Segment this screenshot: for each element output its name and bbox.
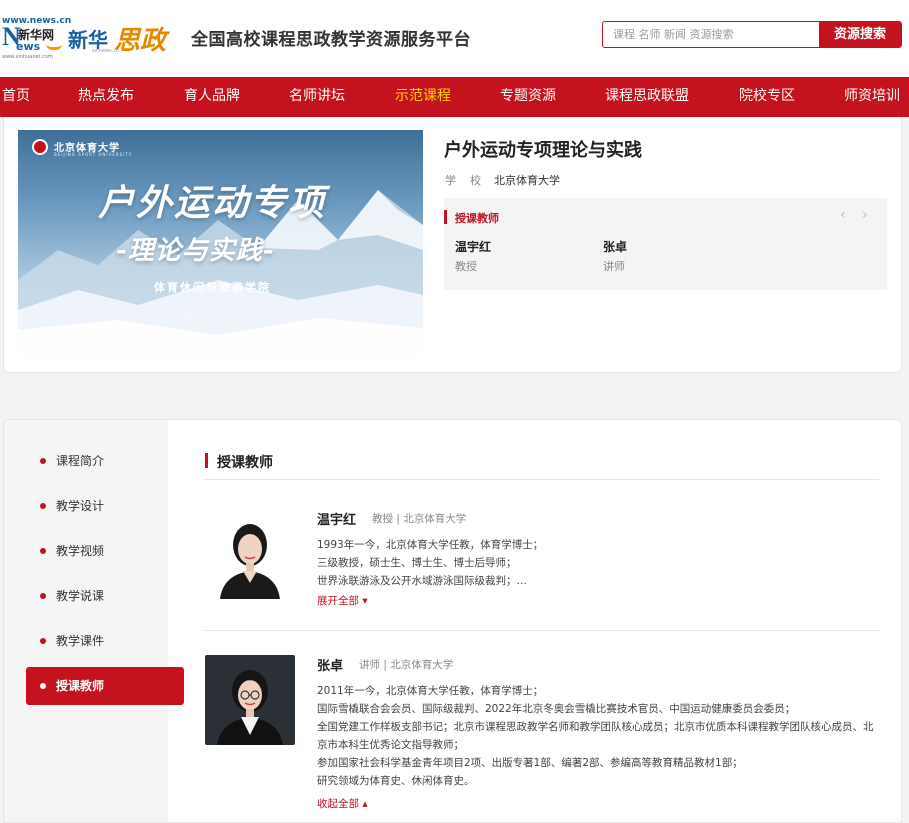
sidebar-item-instructors[interactable]: 授课教师: [26, 667, 184, 705]
teacher-card: 张卓 讲师 | 北京体育大学 2011年一今，北京体育大学任教，体育学博士； 国…: [205, 655, 879, 815]
university-emblem-icon: [32, 139, 48, 155]
bullet-icon: [40, 638, 46, 644]
teacher-name: 张卓: [317, 659, 344, 674]
course-detail-panel: 课程简介 教学设计 教学视频 教学说课 教学课件 授课教师 授课教师 温宇红 教…: [3, 419, 902, 823]
bio-line: 2011年一今，北京体育大学任教，体育学博士；: [317, 685, 544, 697]
instructor-name[interactable]: 张卓: [603, 238, 627, 255]
sidebar-item-slides[interactable]: 教学课件: [26, 622, 184, 660]
search-box: 资源搜索: [602, 21, 902, 48]
site-header: www.news.cn N 新华网 ews www.xinhuanet.com …: [0, 0, 909, 77]
bio-line: 三级教授，硕士生、博士生、博士后导师；: [317, 557, 517, 569]
bio-line: 研究领域为体育史、休闲体育史。: [317, 775, 475, 787]
course-title: 户外运动专项理论与实践: [444, 140, 642, 161]
section-divider: [205, 479, 879, 480]
bullet-icon: [40, 503, 46, 509]
instructors-box: 授课教师 ‹ › 温宇红 教授 张卓 讲师: [444, 198, 887, 290]
nav-item-alliance[interactable]: 课程思政联盟: [605, 77, 689, 117]
teacher-card: 温宇红 教授 | 北京体育大学 1993年一今，北京体育大学任教，体育学博士； …: [205, 509, 879, 619]
bio-line: 全国党建工作样板支部书记；北京市课程思政教学名师和教学团队核心成员；北京市优质本…: [317, 721, 874, 751]
teacher-bio: 2011年一今，北京体育大学任教，体育学博士； 国际雪橇联合会会员、国际级裁判、…: [317, 682, 879, 790]
main-nav: 首页 热点发布 育人品牌 名师讲坛 示范课程 专题资源 课程思政联盟 院校专区 …: [0, 77, 909, 117]
bio-line: 1993年一今，北京体育大学任教，体育学博士；: [317, 539, 544, 551]
collapse-all-button[interactable]: 收起全部 ▴: [317, 796, 368, 811]
teacher-divider: [205, 630, 879, 631]
course-card: 北京体育大学 BEIJING SPORT UNIVERSITY 户外运动专项 -…: [3, 117, 902, 373]
section-title: 授课教师: [217, 455, 273, 471]
chevron-left-icon[interactable]: ‹: [840, 207, 846, 223]
search-input[interactable]: [603, 22, 820, 47]
sidebar-item-label: 教学视频: [56, 544, 105, 558]
nav-item-demo-course[interactable]: 示范课程: [395, 77, 451, 117]
xinhua-news-logo: www.news.cn N 新华网 ews www.xinhuanet.com: [2, 14, 71, 60]
nav-item-brand[interactable]: 育人品牌: [184, 77, 240, 117]
bullet-icon: [40, 458, 46, 464]
logo-brand-url: sz.news.cn: [92, 48, 120, 54]
banner-title-line1: 户外运动专项: [98, 182, 327, 224]
banner-college: 体育休闲与旅游学院: [154, 281, 271, 294]
sidebar-item-video[interactable]: 教学视频: [26, 532, 184, 570]
teacher-meta: 讲师 | 北京体育大学: [359, 659, 454, 671]
teacher-photo: [205, 509, 295, 599]
teacher-bio: 1993年一今，北京体育大学任教，体育学博士； 三级教授，硕士生、博士生、博士后…: [317, 536, 879, 590]
bullet-icon: [40, 683, 46, 689]
search-button[interactable]: 资源搜索: [819, 22, 901, 47]
site-title: 全国高校课程思政教学资源服务平台: [191, 30, 471, 50]
teacher-photo: [205, 655, 295, 745]
banner-title-line2: -理论与实践-: [116, 236, 275, 266]
logo-ews: ews: [16, 40, 41, 53]
teacher-name: 温宇红: [317, 513, 357, 528]
school-value: 北京体育大学: [494, 174, 560, 187]
instructors-accent-bar: [444, 210, 447, 224]
logo-brand-sizheng: 思政: [114, 26, 167, 56]
sidebar-item-label: 教学设计: [56, 499, 105, 513]
sidebar-item-label: 教学课件: [56, 634, 105, 648]
instructors-label: 授课教师: [455, 212, 499, 225]
sidebar-item-label: 课程简介: [56, 454, 105, 468]
nav-item-training[interactable]: 师资培训: [844, 77, 900, 117]
course-banner[interactable]: 北京体育大学 BEIJING SPORT UNIVERSITY 户外运动专项 -…: [18, 130, 423, 357]
sidebar-item-design[interactable]: 教学设计: [26, 487, 184, 525]
bio-line: 国际雪橇联合会会员、国际级裁判、2022年北京冬奥会雪橇比赛技术官员、中国运动健…: [317, 703, 796, 715]
nav-item-schools[interactable]: 院校专区: [739, 77, 795, 117]
school-label: 学校: [445, 174, 495, 187]
nav-item-home[interactable]: 首页: [2, 77, 30, 117]
instructor-role: 教授: [455, 260, 477, 273]
instructor-name[interactable]: 温宇红: [455, 238, 491, 255]
nav-item-lecture[interactable]: 名师讲坛: [289, 77, 345, 117]
site-logo[interactable]: www.news.cn N 新华网 ews www.xinhuanet.com …: [2, 14, 182, 60]
sidebar-item-talk[interactable]: 教学说课: [26, 577, 184, 615]
expand-all-button[interactable]: 展开全部 ▾: [317, 593, 368, 608]
chevron-right-icon[interactable]: ›: [862, 207, 868, 223]
sidebar-item-intro[interactable]: 课程简介: [26, 442, 184, 480]
banner-instructors: 主讲教师：温宇红 张卓: [164, 314, 268, 325]
bullet-icon: [40, 593, 46, 599]
logo-under-url: www.xinhuanet.com: [2, 54, 53, 60]
teacher-meta: 教授 | 北京体育大学: [372, 513, 467, 525]
sidebar-item-label: 教学说课: [56, 589, 105, 603]
bio-line: 世界泳联游泳及公开水域游泳国际级裁判；…: [317, 575, 527, 587]
nav-item-hot[interactable]: 热点发布: [78, 77, 134, 117]
bullet-icon: [40, 548, 46, 554]
nav-item-topics[interactable]: 专题资源: [500, 77, 556, 117]
instructor-role: 讲师: [603, 260, 625, 273]
banner-university-en: BEIJING SPORT UNIVERSITY: [54, 152, 133, 157]
sidebar-item-label: 授课教师: [56, 679, 105, 693]
section-accent-bar: [205, 453, 208, 468]
bio-line: 参加国家社会科学基金青年项目2项、出版专著1部、编著2部、参编高等教育精品教材1…: [317, 757, 743, 769]
course-sidebar: 课程简介 教学设计 教学视频 教学说课 教学课件 授课教师: [4, 420, 184, 822]
